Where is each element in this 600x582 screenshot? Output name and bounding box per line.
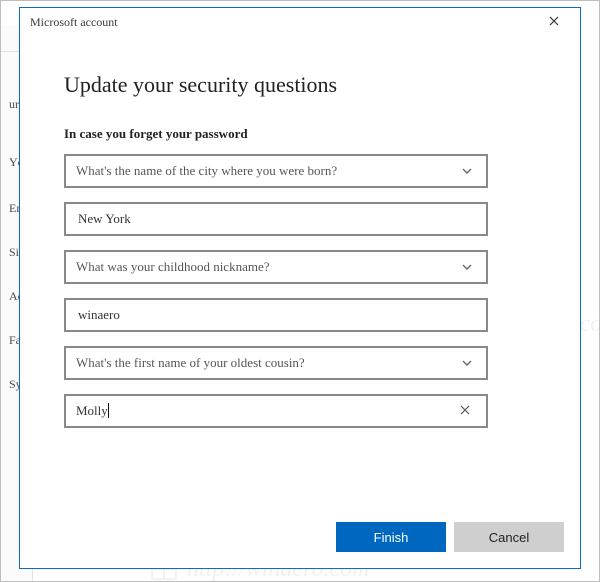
- question-2-value: What was your childhood nickname?: [76, 259, 458, 275]
- question-1-select[interactable]: What's the name of the city where you we…: [64, 154, 488, 188]
- page-title: Update your security questions: [64, 72, 536, 98]
- question-1-group: What's the name of the city where you we…: [64, 154, 536, 188]
- answer-3-group: Molly: [64, 394, 536, 428]
- question-2-group: What was your childhood nickname?: [64, 250, 536, 284]
- window-title: Microsoft account: [30, 15, 536, 30]
- dialog-buttons: Finish Cancel: [336, 522, 564, 552]
- titlebar: Microsoft account: [20, 8, 580, 36]
- close-icon: [549, 15, 559, 30]
- answer-1-input-wrap: [64, 202, 488, 236]
- answer-3-input-wrap: Molly: [64, 394, 488, 428]
- answer-2-group: [64, 298, 536, 332]
- answer-2-input-wrap: [64, 298, 488, 332]
- question-3-select[interactable]: What's the first name of your oldest cou…: [64, 346, 488, 380]
- close-button[interactable]: [536, 8, 572, 36]
- chevron-down-icon: [458, 165, 476, 177]
- question-2-select[interactable]: What was your childhood nickname?: [64, 250, 488, 284]
- dialog-content: Update your security questions In case y…: [20, 36, 580, 568]
- close-icon: [460, 403, 470, 419]
- screenshot-frame: d ur Yc En Si Ac Fa Sy http://winaero.co…: [0, 0, 600, 582]
- answer-2-input[interactable]: [76, 300, 476, 330]
- question-1-value: What's the name of the city where you we…: [76, 163, 458, 179]
- page-subheading: In case you forget your password: [64, 126, 536, 142]
- behind-item: Si: [9, 245, 19, 260]
- chevron-down-icon: [458, 357, 476, 369]
- finish-button[interactable]: Finish: [336, 522, 446, 552]
- cancel-button[interactable]: Cancel: [454, 522, 564, 552]
- chevron-down-icon: [458, 261, 476, 273]
- answer-1-input[interactable]: [76, 204, 476, 234]
- question-3-value: What's the first name of your oldest cou…: [76, 355, 458, 371]
- dialog-window: Microsoft account Update your security q…: [19, 7, 581, 569]
- question-3-group: What's the first name of your oldest cou…: [64, 346, 536, 380]
- answer-1-group: [64, 202, 536, 236]
- behind-item: ur: [9, 97, 19, 112]
- answer-3-display: Molly: [76, 403, 454, 419]
- clear-input-button[interactable]: [454, 396, 476, 426]
